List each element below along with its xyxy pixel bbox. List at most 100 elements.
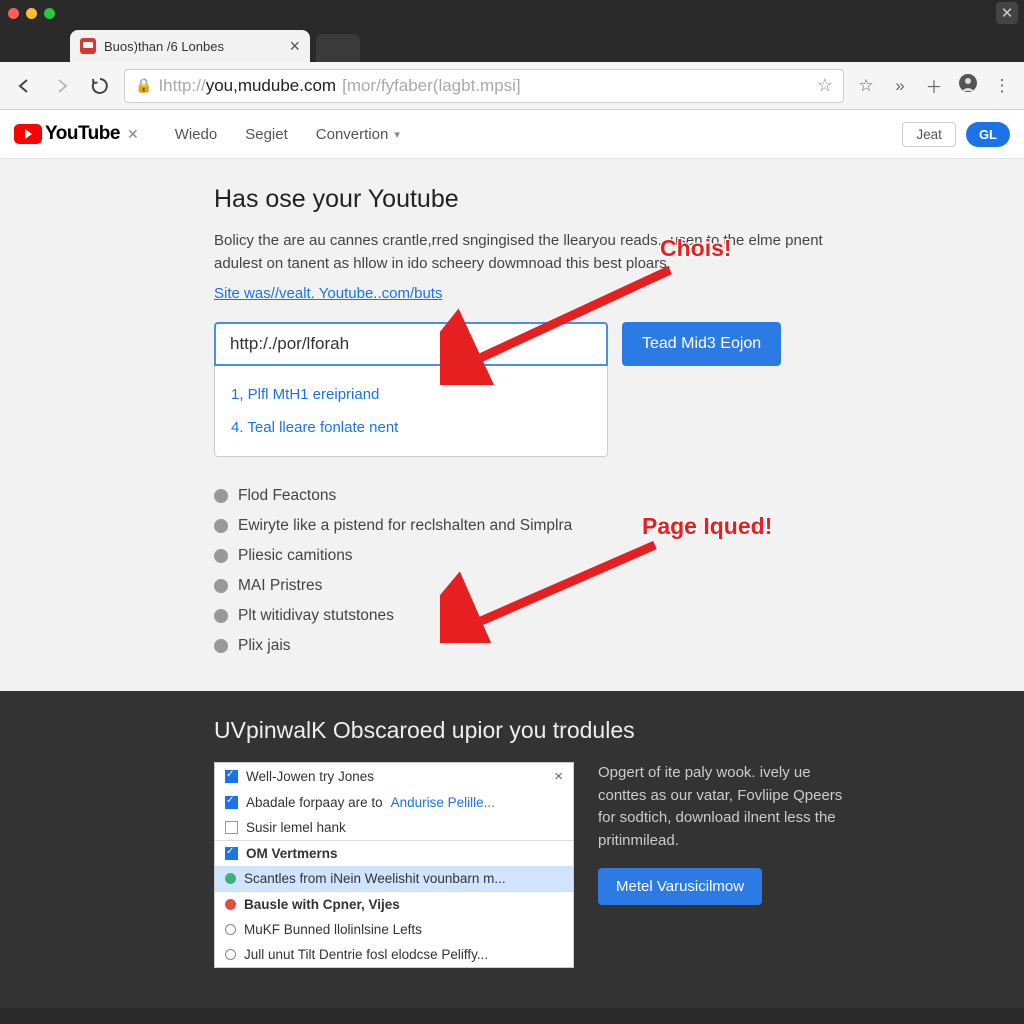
option-label: Plt witidivay stutstones <box>238 607 394 625</box>
dropdown-item[interactable]: 4. Teal lleare fonlate nent <box>215 411 607 444</box>
url-protocol: Ihttp:// <box>158 76 205 96</box>
site-link[interactable]: Site was//vealt. Youtube..com/buts <box>214 285 442 302</box>
panel-row[interactable]: Abadale forpaay are to Andurise Pelille.… <box>215 790 573 815</box>
panel-text: MuKF Bunned llolinlsine Lefts <box>244 922 422 937</box>
lock-icon: 🔒 <box>135 77 152 94</box>
panel-text: Susir lemel hank <box>246 820 346 835</box>
nav-item-video[interactable]: Wiedo <box>175 126 218 143</box>
status-dot-red-icon <box>225 899 236 910</box>
panel-text: Abadale forpaay are to <box>246 795 383 810</box>
url-input[interactable] <box>214 322 608 366</box>
status-dot-green-icon <box>225 873 236 884</box>
panel-text: Scantles from iNein Weelishit vounbarn m… <box>244 871 506 886</box>
site-nav: Wiedo Segiet Convertion ▾ <box>175 126 400 143</box>
panel-row-highlight[interactable]: Scantles from iNein Weelishit vounbarn m… <box>215 866 573 891</box>
traffic-lights <box>8 8 55 19</box>
tab-favicon-icon <box>80 38 96 54</box>
dropdown-item[interactable]: 1, Plfl MtH1 ereipriand <box>215 378 607 411</box>
site-header: YouTube ✕ Wiedo Segiet Convertion ▾ Jeat… <box>0 110 1024 159</box>
bottom-heading: UVpinwalK Obscaroed upior you trodules <box>214 717 994 744</box>
checkbox-icon[interactable] <box>225 847 238 860</box>
page-description: Bolicy the are au cannes crantle,rred sn… <box>214 230 824 275</box>
bottom-section: UVpinwalK Obscaroed upior you trodules W… <box>0 691 1024 1008</box>
panel-text: OM Vertmerns <box>246 846 338 861</box>
youtube-logo[interactable]: YouTube ✕ <box>14 123 139 145</box>
checkbox-icon[interactable] <box>225 796 238 809</box>
youtube-play-icon <box>14 124 42 144</box>
annotation-chois: Chois! <box>660 235 732 262</box>
add-icon[interactable]: ＋ <box>922 73 946 98</box>
side-description: Opgert of ite paly wook. ively ue contte… <box>598 762 848 852</box>
url-host: you,mudube.com <box>206 76 336 96</box>
extensions-icon[interactable]: » <box>888 76 912 96</box>
header-pill-button[interactable]: GL <box>966 122 1010 147</box>
panel-close-icon[interactable]: × <box>554 768 563 785</box>
window-titlebar: ✕ <box>0 0 1024 26</box>
annotation-page-iqued: Page Iqued! <box>642 513 772 540</box>
reload-button[interactable] <box>86 72 114 100</box>
browser-tab[interactable]: Buos)than /6 Lonbes × <box>70 30 310 62</box>
option-item[interactable]: MAI Pristres <box>214 571 824 601</box>
panel-text: Bausle with Cpner, Vijes <box>244 897 400 912</box>
option-label: Plix jais <box>238 637 291 655</box>
page-heading: Has ose your Youtube <box>214 185 824 214</box>
option-label: Ewiryte like a pistend for reclshalten a… <box>238 517 572 535</box>
close-window-icon[interactable] <box>8 8 19 19</box>
nav-item-label: Convertion <box>316 126 389 143</box>
status-dot-icon <box>225 949 236 960</box>
header-outline-button[interactable]: Jeat <box>902 122 956 147</box>
main-content: Has ose your Youtube Bolicy the are au c… <box>0 159 1024 691</box>
profile-icon[interactable] <box>956 73 980 98</box>
panel-text: Well-Jowen try Jones <box>246 769 374 784</box>
bullet-icon <box>214 489 228 503</box>
option-item[interactable]: Flod Feactons <box>214 481 824 511</box>
panel-row[interactable]: MuKF Bunned llolinlsine Lefts <box>215 917 573 942</box>
bookmark-star-icon[interactable]: ☆ <box>817 75 833 96</box>
option-label: MAI Pristres <box>238 577 322 595</box>
browser-toolbar: 🔒 Ihttp:// you,mudube.com [mor/fyfaber(l… <box>0 62 1024 110</box>
option-item[interactable]: Plix jais <box>214 631 824 661</box>
bullet-icon <box>214 519 228 533</box>
panel-row[interactable]: Jull unut Tilt Dentrie fosl elodcse Peli… <box>215 942 573 967</box>
convert-button[interactable]: Tead Mid3 Eojon <box>622 322 781 366</box>
panel-text: Jull unut Tilt Dentrie fosl elodcse Peli… <box>244 947 488 962</box>
new-tab-button[interactable] <box>316 34 360 62</box>
bullet-icon <box>214 639 228 653</box>
bullet-icon <box>214 609 228 623</box>
tab-title: Buos)than /6 Lonbes <box>104 39 224 54</box>
results-panel: Well-Jowen try Jones × Abadale forpaay a… <box>214 762 574 968</box>
address-bar[interactable]: 🔒 Ihttp:// you,mudube.com [mor/fyfaber(l… <box>124 69 844 103</box>
options-list: Flod Feactons Ewiryte like a pistend for… <box>214 481 824 661</box>
suggestion-dropdown: 1, Plfl MtH1 ereipriand 4. Teal lleare f… <box>214 366 608 457</box>
forward-button[interactable] <box>48 72 76 100</box>
panel-row[interactable]: OM Vertmerns <box>215 840 573 866</box>
status-dot-icon <box>225 924 236 935</box>
url-path: [mor/fyfaber(lagbt.mpsi] <box>342 76 521 96</box>
tab-close-icon[interactable]: × <box>289 37 300 55</box>
minimize-window-icon[interactable] <box>26 8 37 19</box>
youtube-wordmark: YouTube <box>45 123 120 145</box>
chevron-down-icon: ▾ <box>394 128 400 141</box>
option-item[interactable]: Pliesic camitions <box>214 541 824 571</box>
option-item[interactable]: Plt witidivay stutstones <box>214 601 824 631</box>
checkbox-icon[interactable] <box>225 770 238 783</box>
back-button[interactable] <box>10 72 38 100</box>
panel-row[interactable]: Well-Jowen try Jones × <box>215 763 573 790</box>
bullet-icon <box>214 579 228 593</box>
side-action-button[interactable]: Metel Varusicilmow <box>598 868 762 905</box>
nav-item-convertion[interactable]: Convertion ▾ <box>316 126 400 143</box>
panel-row[interactable]: Bausle with Cpner, Vijes <box>215 891 573 917</box>
close-button[interactable]: ✕ <box>996 2 1018 24</box>
option-label: Flod Feactons <box>238 487 336 505</box>
star-icon[interactable]: ☆ <box>854 76 878 96</box>
close-icon[interactable]: ✕ <box>127 126 139 143</box>
checkbox-empty-icon[interactable] <box>225 821 238 834</box>
tab-strip: Buos)than /6 Lonbes × <box>0 26 1024 62</box>
panel-row[interactable]: Susir lemel hank <box>215 815 573 840</box>
option-label: Pliesic camitions <box>238 547 353 565</box>
bullet-icon <box>214 549 228 563</box>
menu-icon[interactable]: ⋮ <box>990 76 1014 96</box>
nav-item-segiet[interactable]: Segiet <box>245 126 288 143</box>
maximize-window-icon[interactable] <box>44 8 55 19</box>
panel-link[interactable]: Andurise Pelille... <box>391 795 495 810</box>
